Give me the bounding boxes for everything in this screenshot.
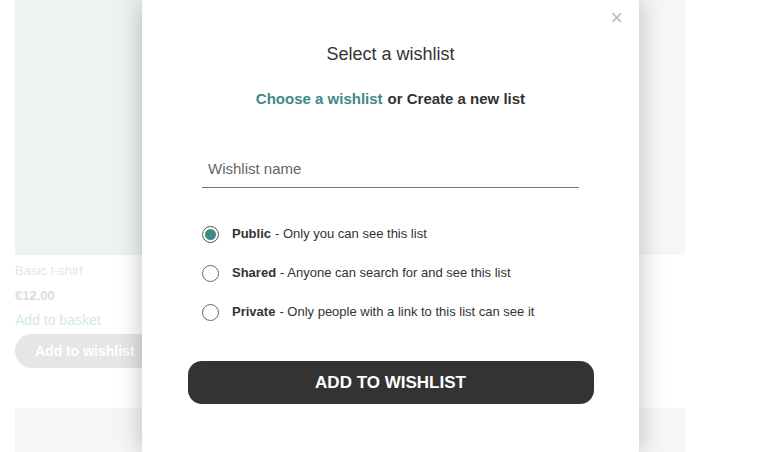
privacy-option[interactable]: Private- Only people with a link to this… bbox=[202, 302, 579, 322]
option-description: - Anyone can search for and see this lis… bbox=[280, 264, 511, 282]
close-button[interactable]: × bbox=[608, 4, 625, 32]
radio-dot bbox=[205, 229, 216, 240]
option-description: - Only you can see this list bbox=[275, 225, 427, 243]
create-list-text: or Create a new list bbox=[388, 89, 526, 109]
option-label: Shared bbox=[232, 264, 276, 282]
option-label: Private bbox=[232, 303, 275, 321]
modal-title: Select a wishlist bbox=[326, 42, 454, 66]
radio-button[interactable] bbox=[202, 265, 219, 282]
choose-wishlist-link[interactable]: Choose a wishlist bbox=[256, 89, 383, 109]
radio-button[interactable] bbox=[202, 304, 219, 321]
option-text: Private- Only people with a link to this… bbox=[232, 303, 534, 321]
add-to-wishlist-button[interactable]: ADD TO WISHLIST bbox=[188, 361, 594, 404]
wishlist-name-input[interactable] bbox=[202, 150, 579, 188]
option-text: Shared- Anyone can search for and see th… bbox=[232, 264, 511, 282]
option-description: - Only people with a link to this list c… bbox=[279, 303, 534, 321]
privacy-option[interactable]: Public- Only you can see this list bbox=[202, 224, 579, 244]
wishlist-modal: × Select a wishlist Choose a wishlist or… bbox=[142, 0, 639, 452]
subtitle: Choose a wishlist or Create a new list bbox=[256, 89, 525, 109]
radio-button[interactable] bbox=[202, 226, 219, 243]
option-text: Public- Only you can see this list bbox=[232, 225, 427, 243]
privacy-options: Public- Only you can see this list Shared… bbox=[202, 224, 579, 322]
option-label: Public bbox=[232, 225, 271, 243]
privacy-option[interactable]: Shared- Anyone can search for and see th… bbox=[202, 263, 579, 283]
